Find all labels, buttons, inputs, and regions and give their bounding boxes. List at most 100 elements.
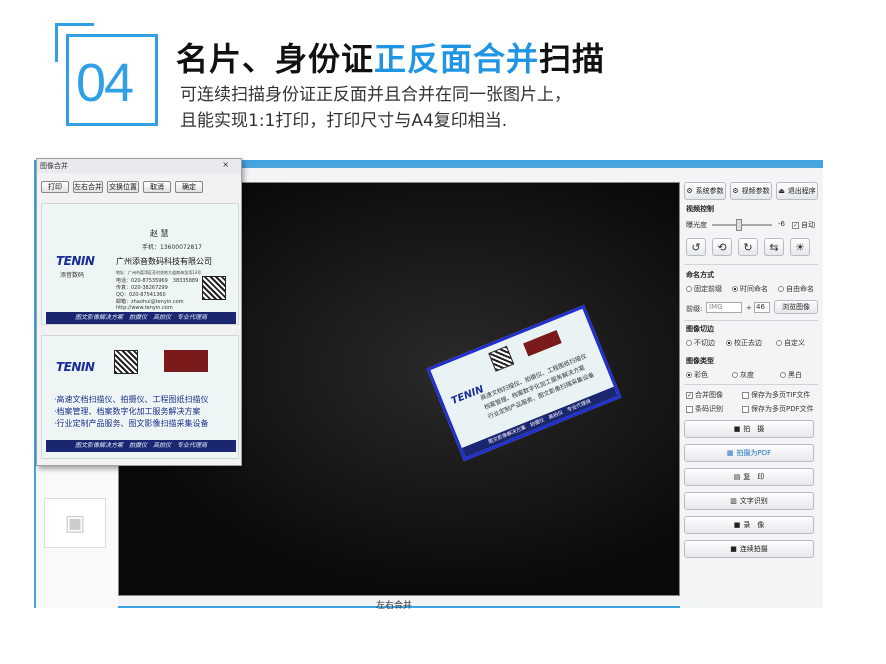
card-name: 赵 慧 [150, 229, 169, 238]
qr-code-icon [202, 276, 226, 300]
subtitle-line2: 且能实现1:1打印，打印尺寸与A4复印相当. [180, 111, 508, 131]
crop-heading: 图像切边 [686, 325, 714, 333]
slider-handle[interactable] [736, 219, 742, 231]
radio-icon [780, 372, 786, 378]
save-pdf-checkbox[interactable]: 保存为多页PDF文件 [742, 404, 814, 414]
exposure-slider[interactable] [712, 219, 772, 231]
copy-button[interactable]: ▤ 复 印 [684, 468, 814, 486]
radio-selected-icon [726, 340, 732, 346]
radio-icon [686, 286, 692, 292]
type-bw-label: 黑白 [788, 371, 802, 379]
crop-none-label: 不切边 [694, 339, 715, 347]
radio-icon [686, 340, 692, 346]
type-color-radio[interactable]: 彩色 [686, 370, 708, 380]
prefix-number-input[interactable]: 46 [754, 302, 770, 313]
camera-icon: ■ [730, 545, 737, 553]
gears-icon: ⚙ [732, 187, 739, 195]
exit-button[interactable]: ⏏ 退出程序 [776, 182, 818, 200]
status-text: 左右合并 [376, 601, 413, 611]
merge-image-checkbox[interactable]: ✓ 合并图像 [686, 390, 723, 400]
capture-button[interactable]: ■ 拍 摄 [684, 420, 814, 438]
barcode-checkbox[interactable]: 条码识别 [686, 404, 723, 414]
auto-check-icon: ✓ [792, 221, 799, 229]
red-label [523, 329, 562, 357]
card-back-band: 图文影像解决方案 拍摄仪 高拍仪 专业代理商 [46, 440, 236, 452]
image-placeholder-icon[interactable]: ▣ [44, 498, 106, 548]
merge-dialog: 图像合并 × 打印 左右合并 交换位置 取消 确定 赵 慧 手机：1360007… [36, 158, 242, 466]
copy-label: 复 印 [743, 473, 765, 481]
crop-custom-label: 自定义 [784, 339, 805, 347]
subtitle-line1: 可连续扫描身份证正反面并且合并在同一张图片上， [180, 85, 571, 105]
naming-heading: 命名方式 [686, 271, 714, 279]
exit-label: 退出程序 [787, 187, 816, 195]
browse-image-button[interactable]: 浏览图像 [774, 300, 818, 314]
type-bw-radio[interactable]: 黑白 [780, 370, 802, 380]
title-part2: 扫描 [539, 40, 606, 78]
merge-lr-button[interactable]: 左右合并 [73, 181, 103, 193]
naming-time-radio[interactable]: 时间命名 [732, 284, 768, 294]
naming-free-radio[interactable]: 自由命名 [778, 284, 814, 294]
radio-icon [732, 372, 738, 378]
gear-icon: ⚙ [686, 187, 693, 195]
card-qq: QQ：020-87541360 [116, 292, 166, 298]
brightness-icon[interactable]: ☀ [790, 238, 810, 256]
continuous-capture-label: 连续拍摄 [739, 545, 768, 553]
continuous-capture-button[interactable]: ■ 连续拍摄 [684, 540, 814, 558]
record-button[interactable]: ■ 录 像 [684, 516, 814, 534]
page-title: 名片、身份证正反面合并扫描 [176, 34, 605, 80]
ocr-button[interactable]: ▥ 文字识别 [684, 492, 814, 510]
auto-checkbox[interactable]: ✓ 自动 [792, 220, 815, 230]
merge-image-label: 合并图像 [695, 391, 723, 399]
divider [684, 264, 818, 265]
save-tif-label: 保存为多页TIF文件 [751, 391, 811, 399]
card-address: 地址：广州市荔湾区芳村花地大道南海龙湾13号 [116, 270, 202, 275]
cancel-button[interactable]: 取消 [143, 181, 171, 193]
rotate-icon[interactable]: ⟲ [712, 238, 732, 256]
system-params-button[interactable]: ⚙ 系统参数 [684, 182, 726, 200]
copy-icon: ▤ [733, 473, 741, 481]
exit-icon: ⏏ [778, 187, 785, 195]
print-button[interactable]: 打印 [41, 181, 69, 193]
flip-icon[interactable]: ⇆ [764, 238, 784, 256]
divider [684, 384, 818, 385]
crop-custom-radio[interactable]: 自定义 [776, 338, 805, 348]
ocr-label: 文字识别 [739, 497, 768, 505]
rotate-right-icon[interactable]: ↻ [738, 238, 758, 256]
save-tif-checkbox[interactable]: 保存为多页TIF文件 [742, 390, 810, 400]
naming-time-label: 时间命名 [740, 285, 768, 293]
radio-icon [776, 340, 782, 346]
exposure-value: -6 [778, 220, 785, 228]
type-gray-radio[interactable]: 灰度 [732, 370, 754, 380]
radio-selected-icon [686, 372, 692, 378]
naming-fixed-radio[interactable]: 固定前缀 [686, 284, 722, 294]
prefix-select[interactable]: IMG [706, 302, 742, 313]
video-params-button[interactable]: ⚙ 视频参数 [730, 182, 772, 200]
barcode-label: 条码识别 [695, 405, 723, 413]
title-part1: 名片、身份证 [176, 40, 375, 78]
red-label [164, 350, 208, 372]
card-phone: 手机：13600072817 [142, 244, 202, 251]
crop-auto-radio[interactable]: 校正去边 [726, 338, 762, 348]
rotate-left-icon[interactable]: ↺ [686, 238, 706, 256]
record-label: 录 像 [743, 521, 765, 529]
check-icon [742, 405, 749, 413]
capture-pdf-label: 拍摄为PDF [736, 449, 772, 457]
system-params-label: 系统参数 [695, 187, 724, 195]
card-back-line1: ·高速文档扫描仪、拍摄仪、工程图纸扫描仪 [54, 395, 209, 404]
ok-button[interactable]: 确定 [175, 181, 203, 193]
save-pdf-label: 保存为多页PDF文件 [751, 405, 814, 413]
check-icon [742, 391, 749, 399]
close-icon[interactable]: × [222, 159, 229, 171]
crop-none-radio[interactable]: 不切边 [686, 338, 715, 348]
qr-code-icon [488, 345, 515, 372]
capture-label: 拍 摄 [743, 425, 765, 433]
radio-selected-icon [732, 286, 738, 292]
section-number: 04 [76, 53, 134, 113]
naming-fixed-label: 固定前缀 [694, 285, 722, 293]
card-back-line2: ·档案管理、档案数字化加工服务解决方案 [54, 407, 201, 416]
capture-pdf-button[interactable]: ▦ 拍摄为PDF [684, 444, 814, 462]
dialog-title: 图像合并 [37, 159, 241, 173]
card-company: 广州添音数码科技有限公司 [116, 257, 212, 266]
divider [684, 320, 818, 321]
swap-button[interactable]: 交换位置 [107, 181, 139, 193]
